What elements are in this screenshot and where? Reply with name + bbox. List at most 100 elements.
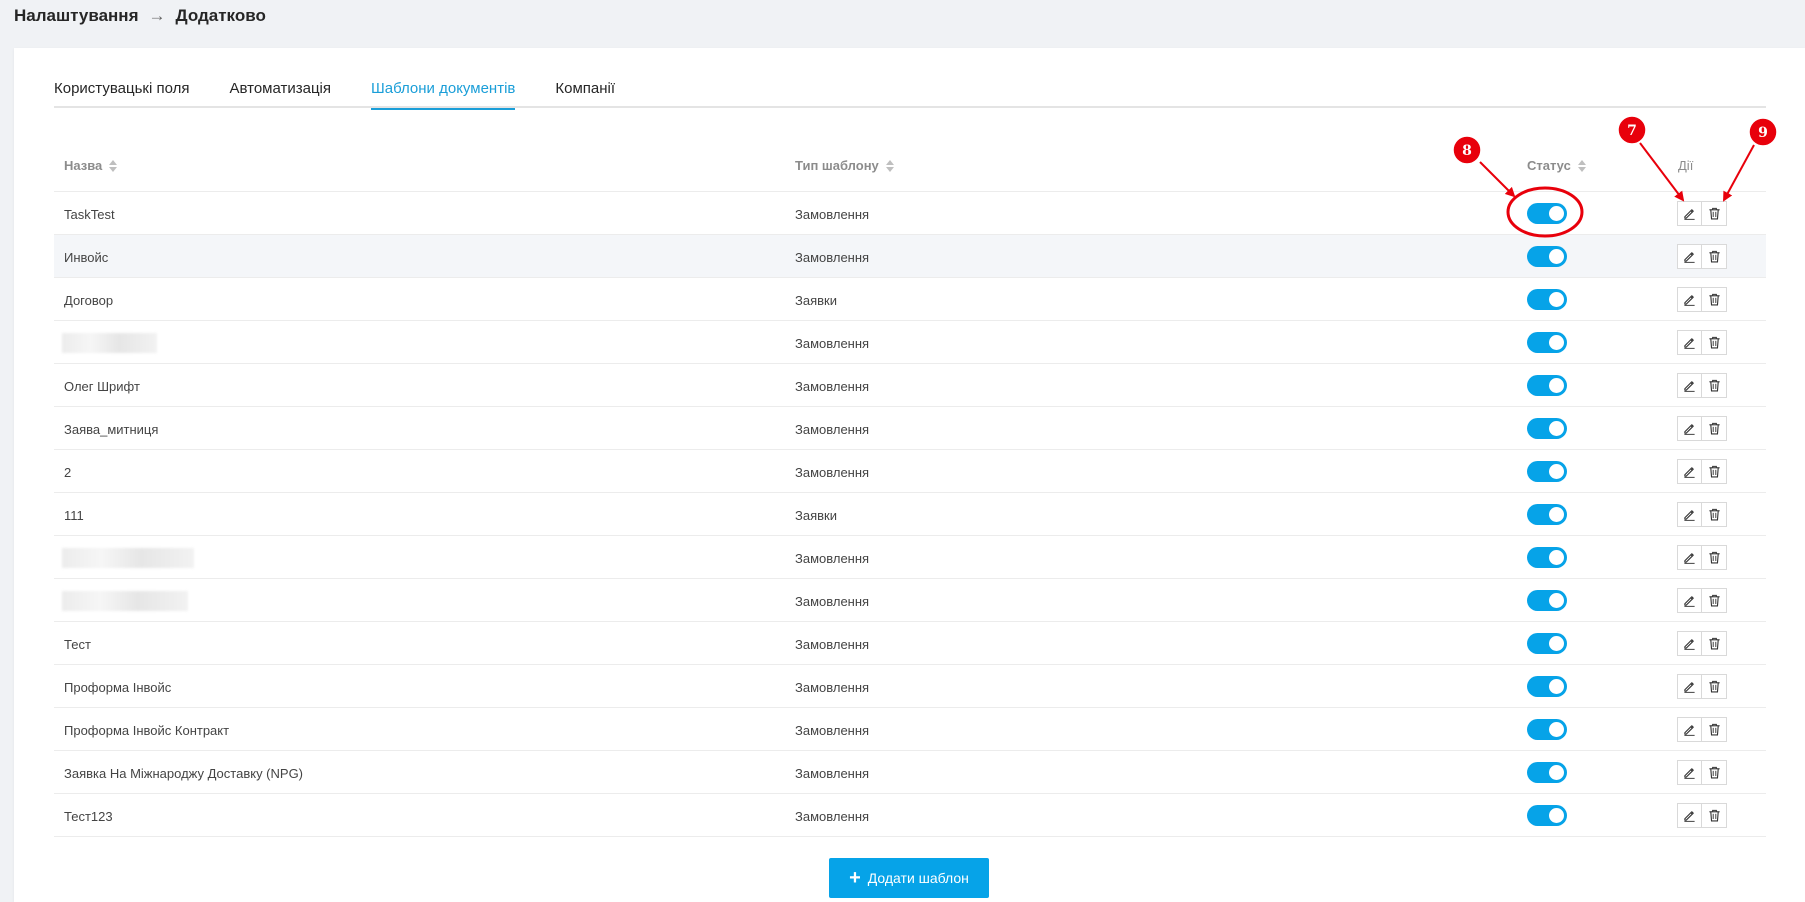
table-row[interactable]: Заява_митниця Замовлення [54,407,1766,450]
status-toggle[interactable] [1527,203,1567,224]
toggle-knob [1549,206,1564,221]
edit-button[interactable] [1677,717,1702,742]
delete-button[interactable] [1702,201,1727,226]
pencil-icon [1683,723,1696,736]
trash-icon [1708,379,1721,392]
column-header-type-label: Тип шаблону [795,158,879,173]
template-name: 111 [64,508,84,523]
tab-automation[interactable]: Автоматизація [229,70,331,108]
column-header-status[interactable]: Статус [1527,158,1586,173]
template-name: Заява_митниця [64,422,159,437]
row-actions [1677,803,1727,828]
status-toggle[interactable] [1527,590,1567,611]
template-type: Замовлення [795,766,870,781]
edit-button[interactable] [1677,803,1702,828]
edit-button[interactable] [1677,459,1702,484]
edit-button[interactable] [1677,760,1702,785]
status-toggle[interactable] [1527,676,1567,697]
delete-button[interactable] [1702,631,1727,656]
status-toggle[interactable] [1527,805,1567,826]
edit-button[interactable] [1677,674,1702,699]
table-row[interactable]: Заявка На Міжнароджу Доставку (NPG) Замов… [54,751,1766,794]
delete-button[interactable] [1702,502,1727,527]
edit-button[interactable] [1677,244,1702,269]
breadcrumb-current: Додатково [175,6,266,25]
breadcrumb-root[interactable]: Налаштування [14,6,139,26]
table-row[interactable]: Проформа Інвойс Контракт Замовлення [54,708,1766,751]
column-header-type[interactable]: Тип шаблону [795,158,894,173]
trash-icon [1708,594,1721,607]
status-toggle[interactable] [1527,504,1567,525]
status-toggle[interactable] [1527,719,1567,740]
sort-icon[interactable] [1577,159,1586,172]
redacted-name [62,333,157,353]
add-template-button[interactable]: + Додати шаблон [829,858,989,898]
delete-button[interactable] [1702,330,1727,355]
table-row[interactable]: Олег Шрифт Замовлення [54,364,1766,407]
delete-button[interactable] [1702,459,1727,484]
delete-button[interactable] [1702,674,1727,699]
status-toggle[interactable] [1527,332,1567,353]
template-type: Замовлення [795,637,870,652]
table-row[interactable]: 2 Замовлення [54,450,1766,493]
edit-button[interactable] [1677,502,1702,527]
edit-button[interactable] [1677,330,1702,355]
table-row[interactable]: Замовлення [54,321,1766,364]
table-row[interactable]: Проформа Інвойс Замовлення [54,665,1766,708]
template-type: Замовлення [795,723,870,738]
table-row[interactable]: Тест Замовлення [54,622,1766,665]
row-actions [1677,588,1727,613]
table-row[interactable]: 111 Заявки [54,493,1766,536]
status-toggle[interactable] [1527,633,1567,654]
edit-button[interactable] [1677,287,1702,312]
sort-icon[interactable] [885,159,894,172]
delete-button[interactable] [1702,717,1727,742]
trash-icon [1708,465,1721,478]
delete-button[interactable] [1702,760,1727,785]
edit-button[interactable] [1677,416,1702,441]
delete-button[interactable] [1702,803,1727,828]
status-toggle[interactable] [1527,547,1567,568]
delete-button[interactable] [1702,416,1727,441]
status-toggle[interactable] [1527,375,1567,396]
trash-icon [1708,293,1721,306]
trash-icon [1708,207,1721,220]
status-toggle[interactable] [1527,289,1567,310]
sort-icon[interactable] [109,159,118,172]
edit-button[interactable] [1677,201,1702,226]
delete-button[interactable] [1702,373,1727,398]
pencil-icon [1683,551,1696,564]
row-actions [1677,416,1727,441]
table-row[interactable]: Тест123 Замовлення [54,794,1766,837]
edit-button[interactable] [1677,545,1702,570]
tab-custom-fields[interactable]: Користувацькі поля [54,70,189,108]
edit-button[interactable] [1677,373,1702,398]
edit-button[interactable] [1677,588,1702,613]
tab-document-templates[interactable]: Шаблони документів [371,70,516,110]
delete-button[interactable] [1702,287,1727,312]
delete-button[interactable] [1702,244,1727,269]
table-row[interactable]: Договор Заявки [54,278,1766,321]
edit-button[interactable] [1677,631,1702,656]
toggle-knob [1549,421,1564,436]
settings-card: Користувацькі поля Автоматизація Шаблони… [14,48,1805,902]
column-header-name[interactable]: Назва [64,158,118,173]
toggle-knob [1549,464,1564,479]
template-type: Замовлення [795,680,870,695]
toggle-knob [1549,636,1564,651]
status-toggle[interactable] [1527,461,1567,482]
table-row[interactable]: Замовлення [54,579,1766,622]
table-row[interactable]: Замовлення [54,536,1766,579]
status-toggle[interactable] [1527,762,1567,783]
tab-companies[interactable]: Компанії [555,70,615,108]
delete-button[interactable] [1702,545,1727,570]
status-toggle[interactable] [1527,418,1567,439]
delete-button[interactable] [1702,588,1727,613]
template-name: Заявка На Міжнароджу Доставку (NPG) [64,766,304,781]
table-row[interactable]: Инвойс Замовлення [54,235,1766,278]
table-row[interactable]: TaskTest Замовлення [54,192,1766,235]
template-name: Тест123 [64,809,113,824]
status-toggle[interactable] [1527,246,1567,267]
pencil-icon [1683,809,1696,822]
column-header-status-label: Статус [1527,158,1571,173]
